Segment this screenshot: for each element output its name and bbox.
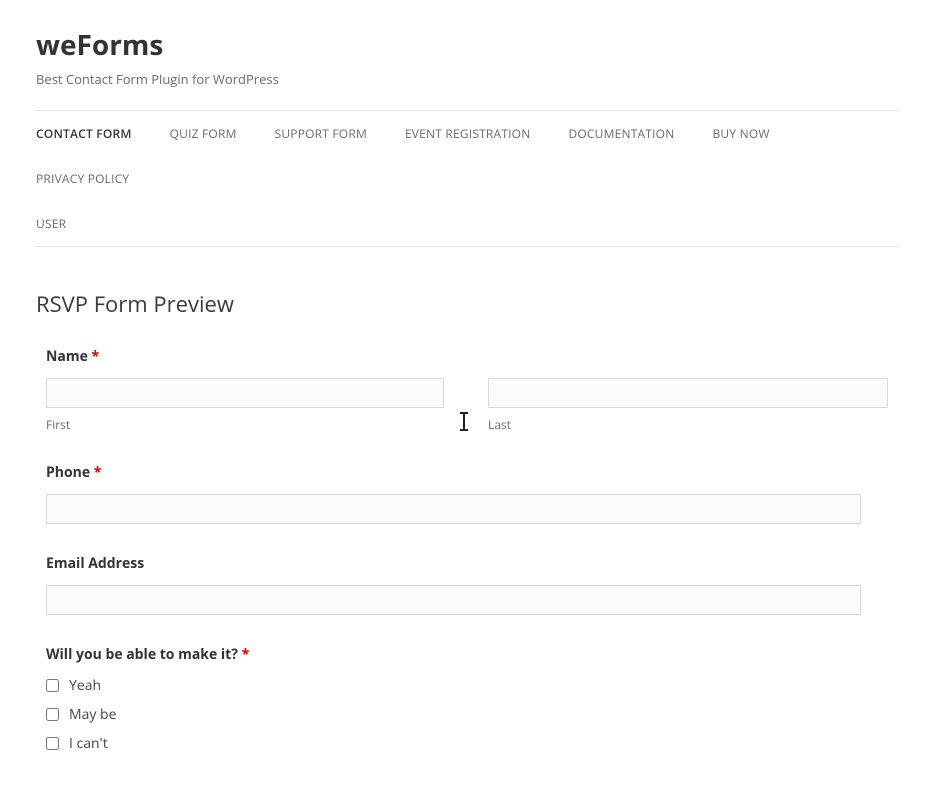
- required-mark: *: [242, 645, 250, 664]
- nav-support-form[interactable]: SUPPORT FORM: [275, 111, 367, 156]
- label-phone: Phone *: [46, 463, 888, 482]
- label-attend: Will you be able to make it? *: [46, 645, 888, 664]
- attend-options: Yeah May be I can't: [46, 676, 888, 753]
- field-attend: Will you be able to make it? * Yeah May …: [46, 645, 888, 753]
- attend-option: I can't: [46, 734, 888, 753]
- last-name-sublabel: Last: [488, 416, 888, 433]
- attend-option: Yeah: [46, 676, 888, 695]
- phone-input[interactable]: [46, 494, 861, 524]
- nav-event-registration[interactable]: EVENT REGISTRATION: [405, 111, 531, 156]
- page-root: weForms Best Contact Form Plugin for Wor…: [0, 0, 934, 809]
- first-name-input[interactable]: [46, 378, 444, 408]
- nav-contact-form[interactable]: CONTACT FORM: [36, 111, 132, 156]
- field-email: Email Address: [46, 554, 888, 615]
- site-title: weForms: [36, 26, 898, 64]
- primary-nav: CONTACT FORM QUIZ FORM SUPPORT FORM EVEN…: [36, 110, 898, 247]
- attend-option-label: I can't: [69, 734, 108, 753]
- name-columns: First Last: [46, 378, 888, 433]
- attend-checkbox-yeah[interactable]: [46, 679, 59, 692]
- required-mark: *: [92, 347, 100, 366]
- nav-quiz-form[interactable]: QUIZ FORM: [170, 111, 237, 156]
- nav-buy-now[interactable]: BUY NOW: [712, 111, 769, 156]
- label-email: Email Address: [46, 554, 888, 573]
- nav-user[interactable]: USER: [36, 201, 66, 246]
- label-name-text: Name: [46, 347, 88, 366]
- required-mark: *: [94, 463, 102, 482]
- attend-option-label: Yeah: [69, 676, 101, 695]
- email-input[interactable]: [46, 585, 861, 615]
- field-phone: Phone *: [46, 463, 888, 524]
- nav-privacy-policy[interactable]: PRIVACY POLICY: [36, 156, 129, 201]
- label-email-text: Email Address: [46, 554, 144, 573]
- attend-checkbox-icant[interactable]: [46, 737, 59, 750]
- attend-checkbox-maybe[interactable]: [46, 708, 59, 721]
- label-phone-text: Phone: [46, 463, 90, 482]
- first-name-sublabel: First: [46, 416, 444, 433]
- last-name-input[interactable]: [488, 378, 888, 408]
- text-cursor-icon: [463, 414, 465, 429]
- label-name: Name *: [46, 347, 888, 366]
- label-attend-text: Will you be able to make it?: [46, 645, 238, 664]
- field-name: Name * First Last: [46, 347, 888, 433]
- nav-documentation[interactable]: DOCUMENTATION: [568, 111, 674, 156]
- last-name-col: Last: [488, 378, 888, 433]
- page-heading: RSVP Form Preview: [36, 289, 898, 319]
- first-name-col: First: [46, 378, 444, 433]
- site-tagline: Best Contact Form Plugin for WordPress: [36, 70, 898, 88]
- rsvp-form: Name * First Last Phone *: [36, 347, 898, 753]
